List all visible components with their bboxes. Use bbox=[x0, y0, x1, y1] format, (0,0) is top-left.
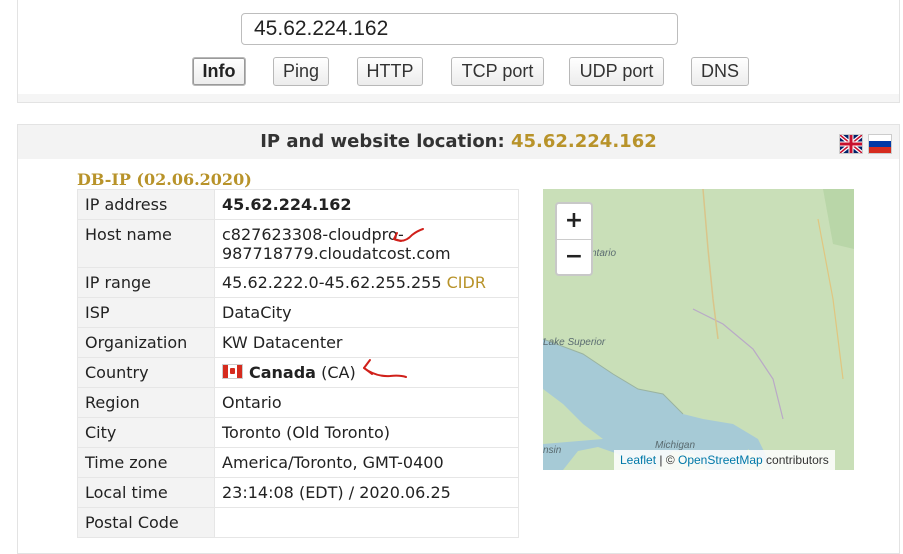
country-code: (CA) bbox=[321, 363, 356, 382]
udp-port-button[interactable]: UDP port bbox=[569, 57, 664, 86]
attribution-suffix: contributors bbox=[762, 453, 829, 467]
table-row: Organization KW Datacenter bbox=[77, 327, 519, 358]
ip-search-input[interactable]: 45.62.224.162 bbox=[241, 13, 678, 45]
map-label-lake-superior: Lake Superior bbox=[543, 337, 606, 348]
row-label: ISP bbox=[77, 297, 215, 328]
ip-range-value: 45.62.222.0-45.62.255.255 CIDR bbox=[214, 267, 519, 298]
leaflet-link[interactable]: Leaflet bbox=[620, 453, 656, 467]
row-label: City bbox=[77, 417, 215, 448]
ip-range-text: 45.62.222.0-45.62.255.255 bbox=[222, 273, 442, 292]
row-label: Country bbox=[77, 357, 215, 388]
map-label-wisconsin: nsin bbox=[543, 445, 562, 456]
map-zoom-control: + − bbox=[555, 202, 593, 276]
zoom-out-button[interactable]: − bbox=[557, 240, 591, 275]
info-button[interactable]: Info bbox=[192, 57, 246, 86]
ip-info-table: IP address 45.62.224.162 Host name c8276… bbox=[77, 189, 519, 538]
row-label: Time zone bbox=[77, 447, 215, 478]
table-row: Time zone America/Toronto, GMT-0400 bbox=[77, 447, 519, 478]
page-title: IP and website location: 45.62.224.162 bbox=[18, 131, 899, 152]
table-row: Local time 23:14:08 (EDT) / 2020.06.25 bbox=[77, 477, 519, 508]
table-row: ISP DataCity bbox=[77, 297, 519, 328]
table-row: Region Ontario bbox=[77, 387, 519, 418]
uk-flag-icon[interactable] bbox=[839, 134, 863, 154]
row-label: Postal Code bbox=[77, 507, 215, 538]
annotation-arrow-host bbox=[393, 228, 424, 242]
canada-flag-icon bbox=[222, 364, 243, 379]
row-label: Organization bbox=[77, 327, 215, 358]
row-label: IP address bbox=[77, 189, 215, 220]
attribution-separator: | © bbox=[656, 453, 678, 467]
region-value: Ontario bbox=[214, 387, 519, 418]
row-label: IP range bbox=[77, 267, 215, 298]
organization-value: KW Datacenter bbox=[214, 327, 519, 358]
table-row: Country Canada (CA) bbox=[77, 357, 519, 388]
tcp-port-button[interactable]: TCP port bbox=[451, 57, 544, 86]
map-attribution: Leaflet | © OpenStreetMap contributors bbox=[614, 450, 835, 470]
isp-value: DataCity bbox=[214, 297, 519, 328]
country-name: Canada bbox=[249, 363, 316, 382]
russia-flag-icon[interactable] bbox=[868, 134, 892, 154]
local-time-value: 23:14:08 (EDT) / 2020.06.25 bbox=[214, 477, 519, 508]
panel-header: IP and website location: 45.62.224.162 bbox=[18, 125, 899, 159]
table-row: IP range 45.62.222.0-45.62.255.255 CIDR bbox=[77, 267, 519, 298]
row-label: Host name bbox=[77, 219, 215, 268]
http-button[interactable]: HTTP bbox=[357, 57, 423, 86]
db-source-title: DB-IP (02.06.2020) bbox=[77, 170, 252, 189]
title-ip: 45.62.224.162 bbox=[510, 131, 657, 152]
table-row: IP address 45.62.224.162 bbox=[77, 189, 519, 220]
zoom-in-button[interactable]: + bbox=[557, 204, 591, 240]
ping-button[interactable]: Ping bbox=[273, 57, 329, 86]
title-prefix: IP and website location: bbox=[260, 131, 505, 152]
table-row: City Toronto (Old Toronto) bbox=[77, 417, 519, 448]
table-row: Host name c827623308-cloudpro- 987718779… bbox=[77, 219, 519, 268]
row-label: Local time bbox=[77, 477, 215, 508]
time-zone-value: America/Toronto, GMT-0400 bbox=[214, 447, 519, 478]
map-label-ontario: ntario bbox=[591, 248, 617, 259]
cidr-link[interactable]: CIDR bbox=[447, 273, 486, 292]
dns-button[interactable]: DNS bbox=[691, 57, 749, 86]
host-name-value: c827623308-cloudpro- 987718779.cloudatco… bbox=[214, 219, 519, 268]
city-value: Toronto (Old Toronto) bbox=[214, 417, 519, 448]
annotation-arrow-country bbox=[363, 359, 407, 378]
row-label: Region bbox=[77, 387, 215, 418]
panel-footer-strip bbox=[18, 94, 899, 102]
table-row: Postal Code bbox=[77, 507, 519, 538]
osm-link[interactable]: OpenStreetMap bbox=[678, 453, 763, 467]
ip-address-value: 45.62.224.162 bbox=[214, 189, 519, 220]
host-name-line1: c827623308-cloudpro- bbox=[222, 225, 404, 244]
postal-code-value bbox=[214, 507, 519, 538]
